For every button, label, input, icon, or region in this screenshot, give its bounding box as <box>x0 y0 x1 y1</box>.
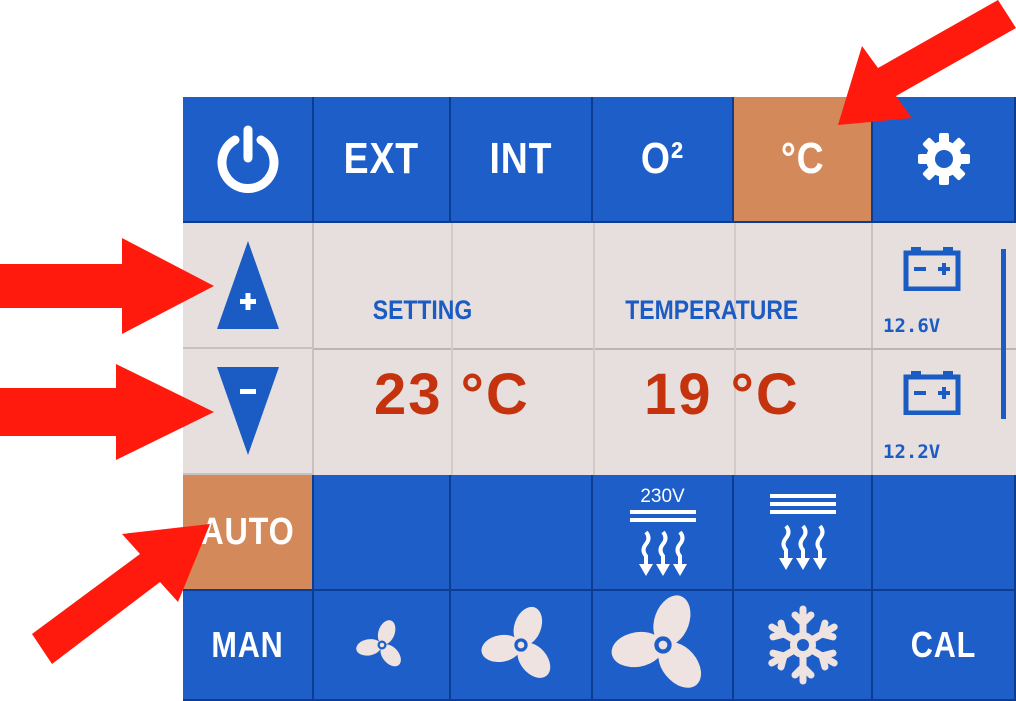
man-label: MAN <box>211 624 284 665</box>
int-label: INT <box>489 134 553 183</box>
setting-value: 23 °C <box>374 362 530 427</box>
heater-230v-label: 230V <box>640 486 685 507</box>
battery-panel: 12.6V 12.2V <box>873 223 1016 475</box>
celsius-label: °C <box>780 134 825 183</box>
control-panel: EXT INT O² °C SETTING TEMPERATURE 23 °C … <box>183 97 1016 701</box>
empty-slot <box>451 475 593 591</box>
temperature-display: SETTING TEMPERATURE 23 °C 19 °C <box>314 223 873 475</box>
heater-230v-button[interactable]: 230V <box>593 475 734 591</box>
ext-button[interactable]: EXT <box>314 97 451 223</box>
int-button[interactable]: INT <box>451 97 593 223</box>
red-arrow-pointer <box>0 238 214 334</box>
fan-speed-3-button[interactable] <box>593 591 734 701</box>
auto-label: AUTO <box>200 510 295 553</box>
o2-button[interactable]: O² <box>593 97 734 223</box>
battery-level-bar <box>1001 249 1006 419</box>
battery2-voltage: 12.2V <box>883 441 941 463</box>
cooling-button[interactable] <box>734 591 873 701</box>
fan-low-icon <box>355 620 401 667</box>
fan-speed-1-button[interactable] <box>314 591 451 701</box>
red-arrow-pointer <box>838 0 1016 125</box>
heater-icon <box>629 510 696 576</box>
fan-high-icon <box>611 595 701 688</box>
battery-icon <box>903 371 961 415</box>
ext-label: EXT <box>343 134 420 183</box>
fan-speed-2-button[interactable] <box>451 591 593 701</box>
snowflake-icon <box>767 605 838 685</box>
fan-medium-icon <box>481 606 551 678</box>
heater-button[interactable] <box>734 475 873 591</box>
o2-label: O² <box>640 134 685 183</box>
temperature-value: 19 °C <box>644 362 800 427</box>
temperature-label: TEMPERATURE <box>625 295 799 325</box>
cal-label: CAL <box>910 624 977 665</box>
red-arrow-pointer <box>32 524 210 664</box>
heater-icon <box>769 494 836 570</box>
power-icon <box>217 125 278 193</box>
battery1-voltage: 12.6V <box>883 315 941 337</box>
setting-label: SETTING <box>372 295 473 325</box>
triangle-down-minus-icon <box>216 367 279 455</box>
empty-slot <box>873 475 1016 591</box>
power-button[interactable] <box>183 97 314 223</box>
triangle-up-plus-icon <box>216 241 279 329</box>
gear-icon <box>917 133 970 185</box>
red-arrow-pointer <box>0 364 214 460</box>
empty-slot <box>314 475 451 591</box>
battery-icon <box>903 247 961 291</box>
cal-button[interactable]: CAL <box>873 591 1016 701</box>
